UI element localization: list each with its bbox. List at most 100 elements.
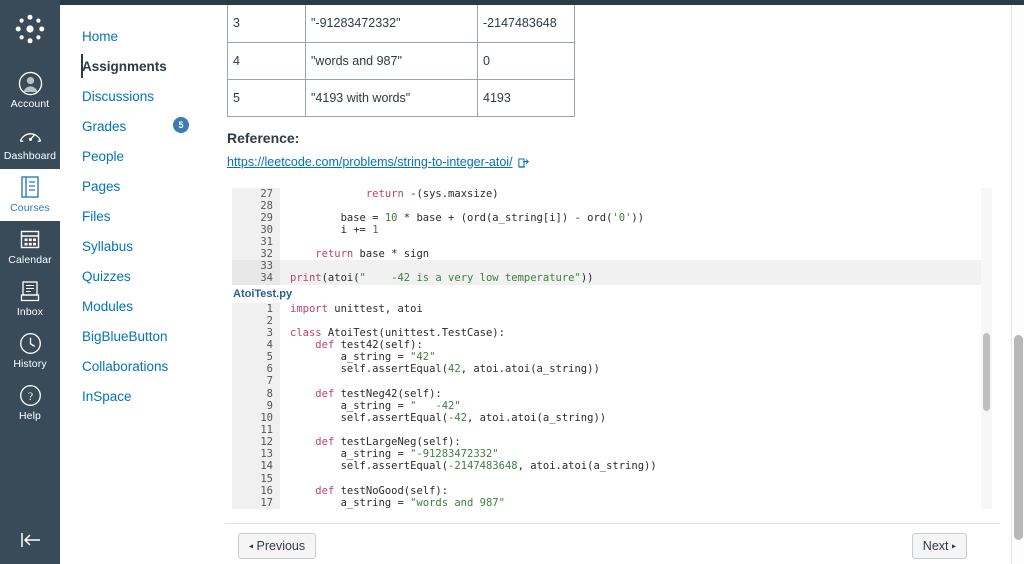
code-line: 17 a_string = "words and 987" (232, 496, 992, 510)
next-button[interactable]: Next ▸ (911, 533, 967, 559)
table-row: 5 "4193 with words" 4193 (227, 78, 575, 117)
code-line: 15 (232, 472, 992, 485)
code-line: 2 (232, 314, 992, 327)
page-scrollbar-thumb[interactable] (1014, 335, 1023, 540)
code-line: 34 print(atoi(" -42 is a very low tempera… (232, 272, 992, 285)
code-line: 1 import unittest, atoi (232, 302, 992, 315)
code-line: 12 def testLargeNeg(self): (232, 436, 992, 449)
page-scrollbar-track[interactable] (1011, 5, 1024, 564)
course-nav-item-inspace[interactable]: InSpace (60, 381, 225, 411)
global-nav-item-account[interactable]: Account (0, 65, 60, 117)
line-number: 33 (232, 260, 280, 273)
code-block-atoitest[interactable]: 1 import unittest, atoi 2 3 class AtoiTest(u… (232, 302, 992, 510)
global-nav-label: Help (19, 410, 41, 422)
global-nav-item-help[interactable]: ? Help (0, 377, 60, 429)
status-badge: 5 (173, 117, 189, 133)
code-source (280, 236, 992, 248)
course-nav-item-files[interactable]: Files (60, 201, 225, 231)
global-nav-label: Dashboard (3, 150, 57, 162)
line-number: 1 (232, 302, 280, 315)
code-source: base = 10 * base + (ord(a_string[i]) - o… (290, 211, 645, 224)
course-nav-label: Quizzes (82, 268, 131, 284)
course-nav-label: Discussions (82, 88, 155, 104)
global-nav-label: Courses (10, 202, 50, 214)
global-nav-item-calendar[interactable]: Calendar (0, 221, 60, 273)
cell-index: 5 (227, 78, 306, 117)
course-nav-item-people[interactable]: People (60, 141, 225, 171)
course-nav-item-grades[interactable]: Grades 5 (60, 111, 225, 141)
course-nav-item-modules[interactable]: Modules (60, 291, 225, 321)
leetcode-link[interactable]: https://leetcode.com/problems/string-to-… (227, 155, 513, 169)
line-number: 4 (232, 339, 280, 352)
course-nav-item-bigbluebutton[interactable]: BigBlueButton (60, 321, 225, 351)
code-line: 9 a_string = " -42" (232, 399, 992, 412)
examples-table: 3 "-91283472332" -2147483648 4 "words and 98… (227, 5, 575, 117)
line-number: 32 (232, 248, 280, 261)
cell-input: "-91283472332" (305, 5, 478, 43)
course-nav-label: Assignments (82, 58, 167, 74)
code-source: self.assertEqual(-42, atoi.atoi(a_string… (290, 411, 607, 424)
code-source: a_string = "-91283472332" (290, 448, 499, 461)
line-number: 27 (232, 187, 280, 200)
code-scrollbar-track[interactable] (981, 187, 992, 510)
dashboard-icon (18, 122, 43, 148)
previous-button[interactable]: ◂ Previous (238, 533, 317, 559)
global-nav-item-inbox[interactable]: Inbox (0, 273, 60, 325)
line-number: 16 (232, 484, 280, 497)
global-nav-label: Inbox (16, 306, 44, 318)
code-source: a_string = "words and 987" (290, 496, 505, 509)
course-nav-label: Pages (82, 178, 121, 194)
course-nav-item-home[interactable]: Home (60, 21, 225, 51)
course-nav-label: People (82, 148, 125, 164)
line-number: 31 (232, 236, 280, 249)
cell-input: "4193 with words" (305, 78, 478, 117)
code-scrollbar-thumb[interactable] (983, 332, 990, 411)
line-number: 5 (232, 351, 280, 364)
footer-divider (225, 523, 1000, 524)
course-nav-label: InSpace (82, 388, 132, 404)
line-number: 9 (232, 399, 280, 412)
course-nav-item-collaborations[interactable]: Collaborations (60, 351, 225, 381)
cell-index: 3 (227, 5, 306, 43)
previous-label: Previous (256, 539, 306, 553)
line-number: 10 (232, 411, 280, 425)
code-source: def testNoGood(self): (315, 484, 449, 497)
canvas-logo[interactable] (13, 12, 47, 51)
canvas-assignment-page: Account Dashboard Courses Calendar Inbox… (0, 0, 1024, 564)
cell-input: "words and 987" (305, 41, 478, 80)
global-nav-item-history[interactable]: History (0, 325, 60, 377)
code-source (280, 473, 992, 485)
code-source (280, 424, 992, 436)
global-nav-item-courses[interactable]: Courses (0, 169, 60, 221)
table-row: 4 "words and 987" 0 (227, 41, 575, 80)
course-nav-item-quizzes[interactable]: Quizzes (60, 261, 225, 291)
reference-link-row: https://leetcode.com/problems/string-to-… (227, 155, 1012, 169)
collapse-left-icon[interactable] (0, 518, 60, 562)
code-line: 33 (232, 260, 992, 273)
line-number: 8 (232, 387, 280, 400)
code-line: 13 a_string = "-91283472332" (232, 448, 992, 461)
help-icon: ? (19, 382, 42, 408)
code-source: return base * sign (315, 248, 430, 261)
course-nav-item-pages[interactable]: Pages (60, 171, 225, 201)
code-line: 3 class AtoiTest(unittest.TestCase): (232, 326, 992, 340)
course-nav-item-syllabus[interactable]: Syllabus (60, 231, 225, 261)
account-icon (18, 70, 43, 96)
code-source (280, 315, 992, 327)
code-block-atoi[interactable]: 27 return -(sys.maxsize) 28 29 base = 10 *… (232, 187, 992, 285)
course-nav-item-discussions[interactable]: Discussions (60, 81, 225, 111)
line-number: 13 (232, 448, 280, 461)
code-line: 14 self.assertEqual(-2147483648, atoi.at… (232, 460, 992, 473)
global-nav-item-dashboard[interactable]: Dashboard (0, 117, 60, 169)
course-nav-label: Syllabus (82, 238, 134, 254)
calendar-icon (19, 226, 41, 252)
cell-output: -2147483648 (477, 5, 575, 43)
code-source: def test42(self): (315, 339, 423, 352)
reference-heading: Reference: (227, 129, 300, 146)
code-line: 16 def testNoGood(self): (232, 484, 992, 497)
external-link-icon (517, 156, 530, 168)
course-nav-item-assignments[interactable]: Assignments (60, 51, 225, 81)
code-source: self.assertEqual(-2147483648, atoi.atoi(… (290, 460, 657, 473)
line-number: 14 (232, 460, 280, 473)
code-source: import unittest, atoi (290, 302, 423, 315)
